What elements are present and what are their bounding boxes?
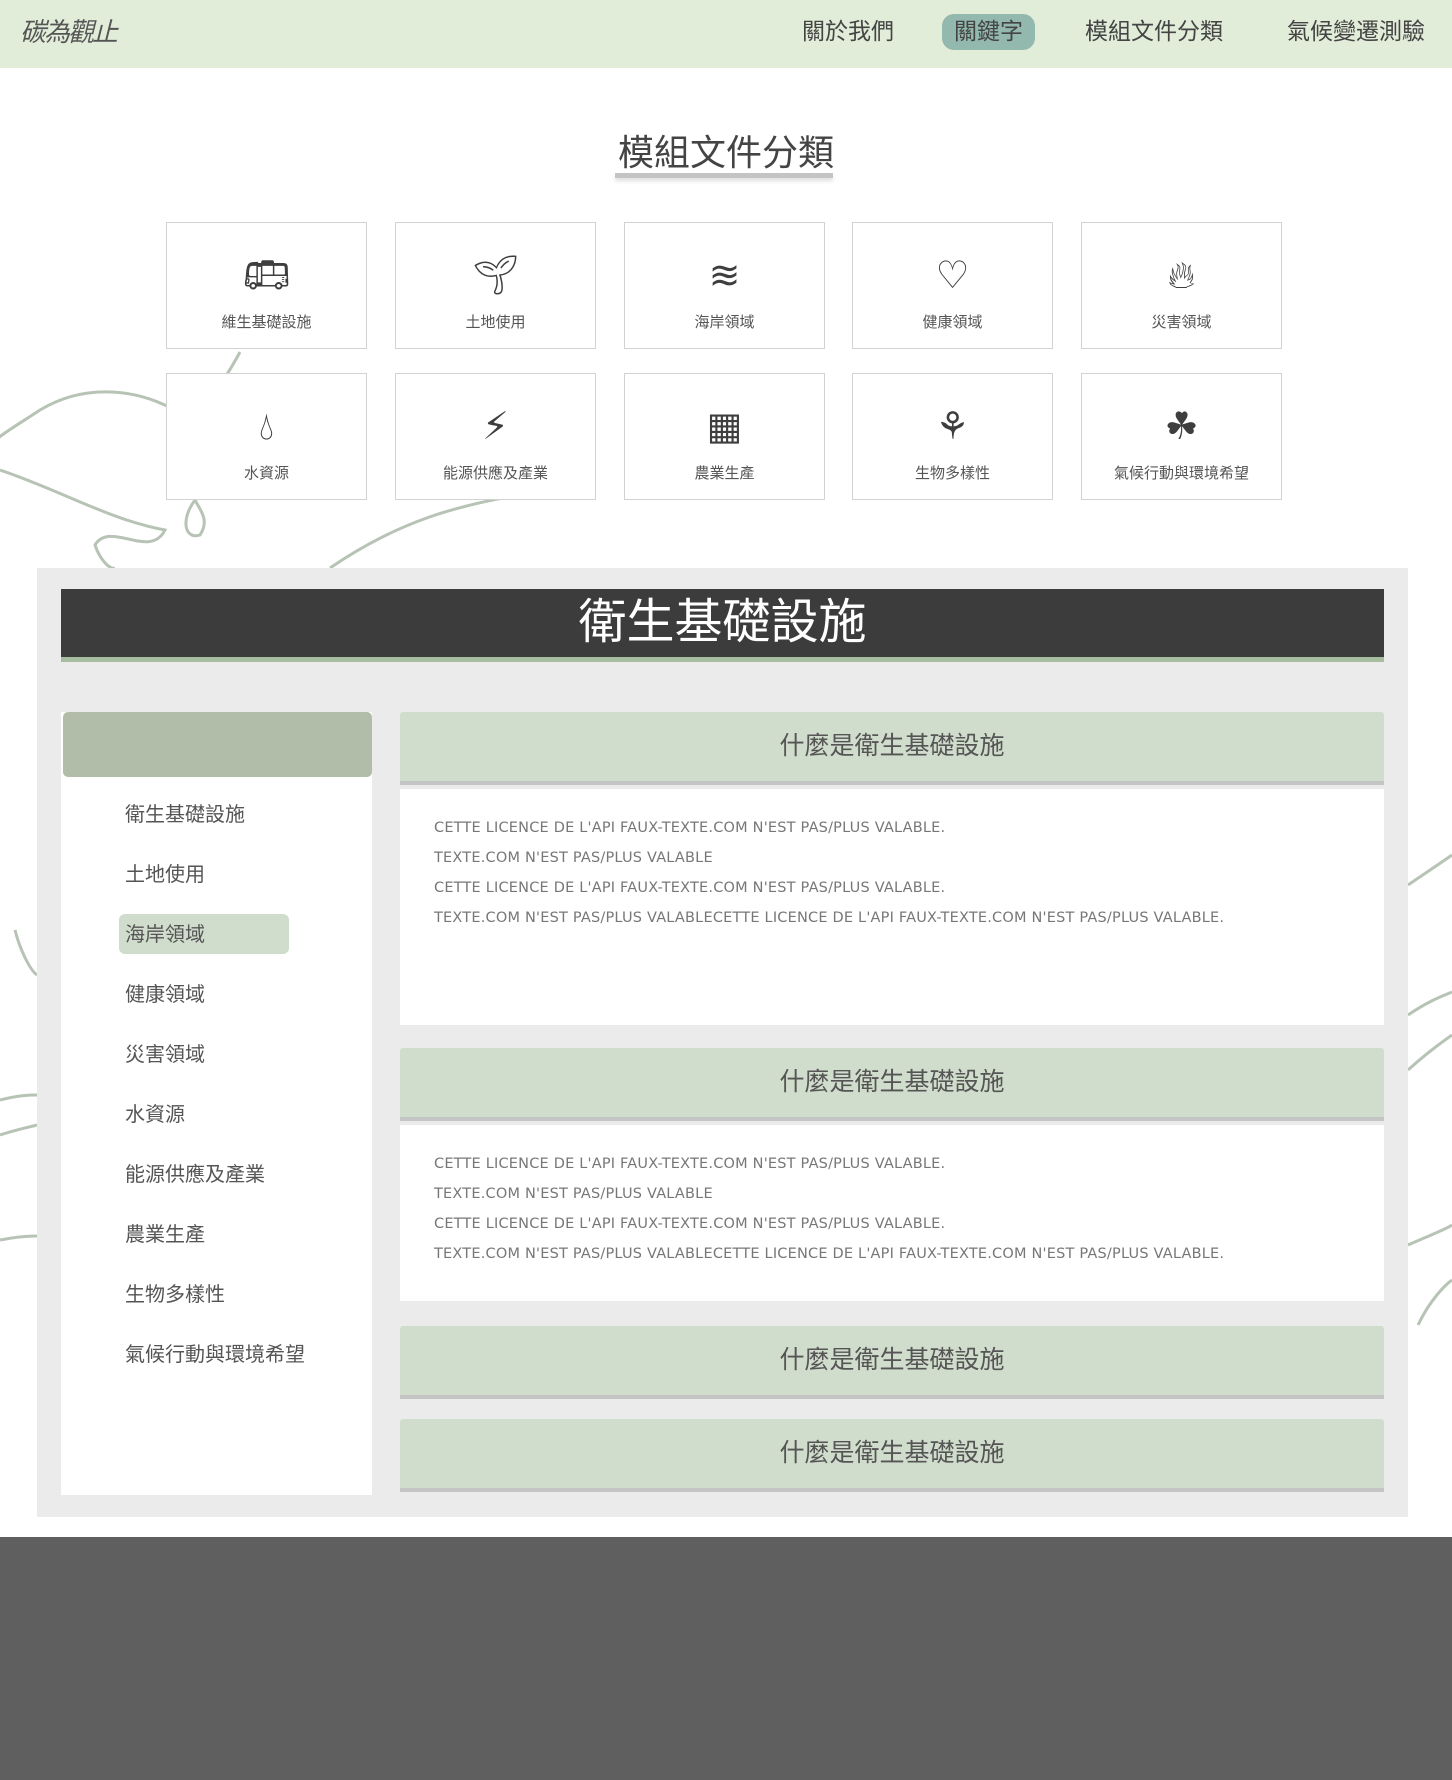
- sprout-icon: 🌱︎: [471, 253, 520, 297]
- category-label: 災害領域: [1151, 313, 1212, 331]
- hand-plant-icon: ☘: [1164, 404, 1199, 448]
- header: 碳為觀止 關於我們 關鍵字 模組文件分類 氣候變遷測驗: [0, 0, 1452, 68]
- fire-icon: 🔥︎: [1167, 253, 1196, 297]
- card-header[interactable]: 什麼是衛生基礎設施: [400, 1326, 1384, 1399]
- category-label: 農業生產: [694, 464, 755, 482]
- sidebar-item[interactable]: 衛生基礎設施: [119, 794, 289, 834]
- title-underline: [615, 173, 833, 178]
- card-text: CETTE LICENCE DE L'API FAUX-TEXTE.COM N'…: [434, 1216, 946, 1232]
- category-label: 能源供應及產業: [442, 464, 548, 482]
- sidebar-header: [63, 712, 372, 777]
- category-card[interactable]: 🌱︎ 土地使用: [395, 222, 596, 349]
- section-banner: 衛生基礎設施: [61, 589, 1384, 662]
- sidebar-item[interactable]: 災害領域: [119, 1034, 289, 1074]
- category-label: 海岸領域: [694, 313, 755, 331]
- category-card[interactable]: ☘ 氣候行動與環境希望: [1081, 373, 1282, 500]
- category-label: 生物多樣性: [914, 464, 990, 482]
- category-card[interactable]: ≋ 海岸領域: [624, 222, 825, 349]
- sidebar-item[interactable]: 氣候行動與環境希望: [119, 1334, 349, 1374]
- card-text: TEXTE.COM N'EST PAS/PLUS VALABLECETTE LI…: [434, 1246, 1225, 1262]
- card-body: CETTE LICENCE DE L'API FAUX-TEXTE.COM N'…: [400, 1125, 1384, 1301]
- sidebar-item[interactable]: 水資源: [119, 1094, 289, 1134]
- heart-plus-icon: ♡: [935, 253, 970, 297]
- card-text: CETTE LICENCE DE L'API FAUX-TEXTE.COM N'…: [434, 1156, 946, 1172]
- waves-icon: ≋: [708, 253, 741, 297]
- card-text: CETTE LICENCE DE L'API FAUX-TEXTE.COM N'…: [434, 880, 946, 896]
- card-body: CETTE LICENCE DE L'API FAUX-TEXTE.COM N'…: [400, 789, 1384, 1025]
- category-card[interactable]: 💧︎ 水資源: [166, 373, 367, 500]
- lightning-icon: ⚡︎: [482, 404, 509, 448]
- category-card[interactable]: ♡ 健康領域: [852, 222, 1053, 349]
- farm-field-icon: ▦: [706, 404, 743, 448]
- sidebar-item-active[interactable]: 海岸領域: [119, 914, 289, 954]
- nav-keywords[interactable]: 關鍵字: [942, 14, 1035, 50]
- sidebar-item[interactable]: 土地使用: [119, 854, 289, 894]
- card-text: CETTE LICENCE DE L'API FAUX-TEXTE.COM N'…: [434, 820, 946, 836]
- sidebar-item[interactable]: 生物多樣性: [119, 1274, 289, 1314]
- nav-module-categories[interactable]: 模組文件分類: [1073, 14, 1235, 50]
- logo[interactable]: 碳為觀止: [20, 12, 118, 49]
- nav-about[interactable]: 關於我們: [790, 14, 906, 50]
- sidebar-item[interactable]: 能源供應及產業: [119, 1154, 289, 1194]
- category-label: 水資源: [243, 464, 289, 482]
- card-header[interactable]: 什麼是衛生基礎設施: [400, 1048, 1384, 1121]
- nav-climate-quiz[interactable]: 氣候變遷測驗: [1275, 14, 1437, 50]
- category-card[interactable]: ⚡︎ 能源供應及產業: [395, 373, 596, 500]
- category-label: 氣候行動與環境希望: [1113, 464, 1249, 482]
- card-text: TEXTE.COM N'EST PAS/PLUS VALABLECETTE LI…: [434, 910, 1225, 926]
- card-text: TEXTE.COM N'EST PAS/PLUS VALABLE: [434, 850, 713, 866]
- page-title: 模組文件分類: [617, 133, 834, 174]
- category-card[interactable]: ⚘ 生物多樣性: [852, 373, 1053, 500]
- category-label: 土地使用: [465, 313, 526, 331]
- category-label: 維生基礎設施: [221, 313, 312, 331]
- water-drop-icon: 💧︎: [258, 404, 275, 448]
- category-label: 健康領域: [922, 313, 983, 331]
- biodiversity-icon: ⚘: [935, 404, 970, 448]
- card-text: TEXTE.COM N'EST PAS/PLUS VALABLE: [434, 1186, 713, 1202]
- category-card[interactable]: 🚌︎ 維生基礎設施: [166, 222, 367, 349]
- sidebar: 衛生基礎設施 土地使用 海岸領域 健康領域 災害領域 水資源 能源供應及產業 農…: [61, 712, 372, 1495]
- card-header[interactable]: 什麼是衛生基礎設施: [400, 712, 1384, 785]
- card-header[interactable]: 什麼是衛生基礎設施: [400, 1419, 1384, 1492]
- footer: [0, 1537, 1452, 1780]
- bus-icon: 🚌︎: [242, 253, 291, 297]
- sidebar-item[interactable]: 農業生產: [119, 1214, 289, 1254]
- category-card[interactable]: ▦ 農業生產: [624, 373, 825, 500]
- sidebar-item[interactable]: 健康領域: [119, 974, 289, 1014]
- category-card[interactable]: 🔥︎ 災害領域: [1081, 222, 1282, 349]
